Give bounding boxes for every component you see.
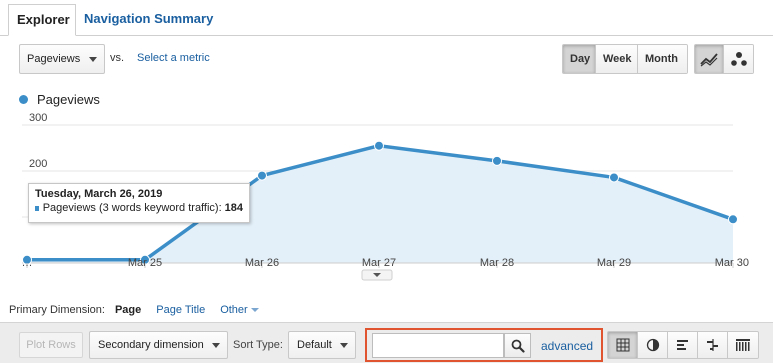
comparison-view-icon	[706, 339, 718, 351]
x-tick-label: Mar 28	[480, 257, 514, 269]
tooltip-line: Pageviews (3 words keyword traffic): 184	[35, 202, 243, 214]
report-tabs: Explorer Navigation Summary	[0, 0, 773, 36]
chart-tooltip: Tuesday, March 26, 2019 Pageviews (3 wor…	[28, 183, 250, 223]
dimension-page[interactable]: Page	[115, 304, 141, 316]
legend-label: Pageviews	[37, 92, 100, 107]
advanced-filter-link[interactable]: advanced	[541, 339, 593, 353]
y-tick-label: 300	[29, 112, 47, 124]
dimension-page-title[interactable]: Page Title	[156, 304, 205, 316]
comparison-view-button[interactable]	[698, 332, 728, 358]
data-point	[609, 172, 619, 183]
dimension-other-label: Other	[220, 304, 248, 316]
x-tick-label: Mar 29	[597, 257, 631, 269]
month-button[interactable]: Month	[638, 45, 687, 73]
dimension-other[interactable]: Other	[220, 304, 259, 316]
y-tick-label: 200	[29, 158, 47, 170]
vs-label: vs.	[110, 52, 125, 64]
pivot-view-button[interactable]	[728, 332, 758, 358]
x-tick-label: Mar 30	[715, 257, 749, 269]
week-button[interactable]: Week	[596, 45, 638, 73]
secondary-dimension-dropdown[interactable]: Secondary dimension	[89, 331, 228, 359]
tab-explorer[interactable]: Explorer	[8, 4, 76, 36]
pie-view-button[interactable]	[638, 332, 668, 358]
tab-navigation-summary[interactable]: Navigation Summary	[76, 4, 221, 36]
chart-type-toggle	[694, 44, 754, 74]
x-tick-label: …	[22, 257, 33, 269]
table-toolbar: Plot Rows Secondary dimension Sort Type:…	[0, 322, 773, 363]
secondary-dimension-label: Secondary dimension	[98, 339, 204, 351]
motion-chart-button[interactable]	[724, 45, 753, 73]
legend-marker	[19, 95, 28, 104]
search-button[interactable]	[504, 333, 531, 358]
motion-chart-icon	[730, 52, 747, 66]
chevron-down-icon	[89, 57, 97, 62]
x-tick-label: Mar 26	[245, 257, 279, 269]
day-button[interactable]: Day	[563, 45, 596, 73]
granularity-toggle: Day Week Month	[562, 44, 688, 74]
data-point	[257, 170, 267, 181]
performance-view-button[interactable]	[668, 332, 698, 358]
table-search-input[interactable]	[372, 333, 504, 358]
primary-dimension-bar: Primary Dimension: Page Page Title Other	[9, 304, 259, 316]
metric-dropdown[interactable]: Pageviews	[19, 44, 105, 74]
tooltip-series-marker	[35, 205, 39, 211]
data-point	[728, 214, 738, 225]
sort-type-label: Sort Type:	[233, 339, 283, 351]
table-view-toggle	[607, 331, 759, 359]
data-point	[492, 155, 502, 166]
x-tick-label: Mar 25	[128, 257, 162, 269]
chevron-down-icon	[212, 343, 220, 348]
line-chart-icon	[700, 53, 718, 67]
table-view-icon	[616, 338, 629, 352]
chevron-down-icon	[340, 343, 348, 348]
select-metric-link[interactable]: Select a metric	[137, 52, 210, 64]
primary-dimension-label: Primary Dimension:	[9, 304, 105, 316]
tooltip-title: Tuesday, March 26, 2019	[35, 188, 163, 200]
plot-rows-button[interactable]: Plot Rows	[19, 332, 83, 358]
data-point	[374, 140, 384, 151]
x-tick-label: Mar 27	[362, 257, 396, 269]
chevron-down-icon	[250, 308, 259, 312]
metric-dropdown-value: Pageviews	[27, 53, 81, 65]
line-chart-button[interactable]	[695, 45, 724, 73]
performance-view-icon	[676, 340, 688, 350]
tooltip-series-label: Pageviews (3 words keyword traffic):	[42, 202, 222, 214]
pivot-view-icon	[736, 339, 750, 351]
tooltip-value: 184	[224, 202, 243, 214]
sort-type-value: Default	[297, 339, 332, 351]
table-view-button[interactable]	[608, 332, 638, 358]
search-icon	[511, 339, 525, 353]
pie-view-icon	[646, 338, 659, 352]
sort-type-dropdown[interactable]: Default	[288, 331, 356, 359]
